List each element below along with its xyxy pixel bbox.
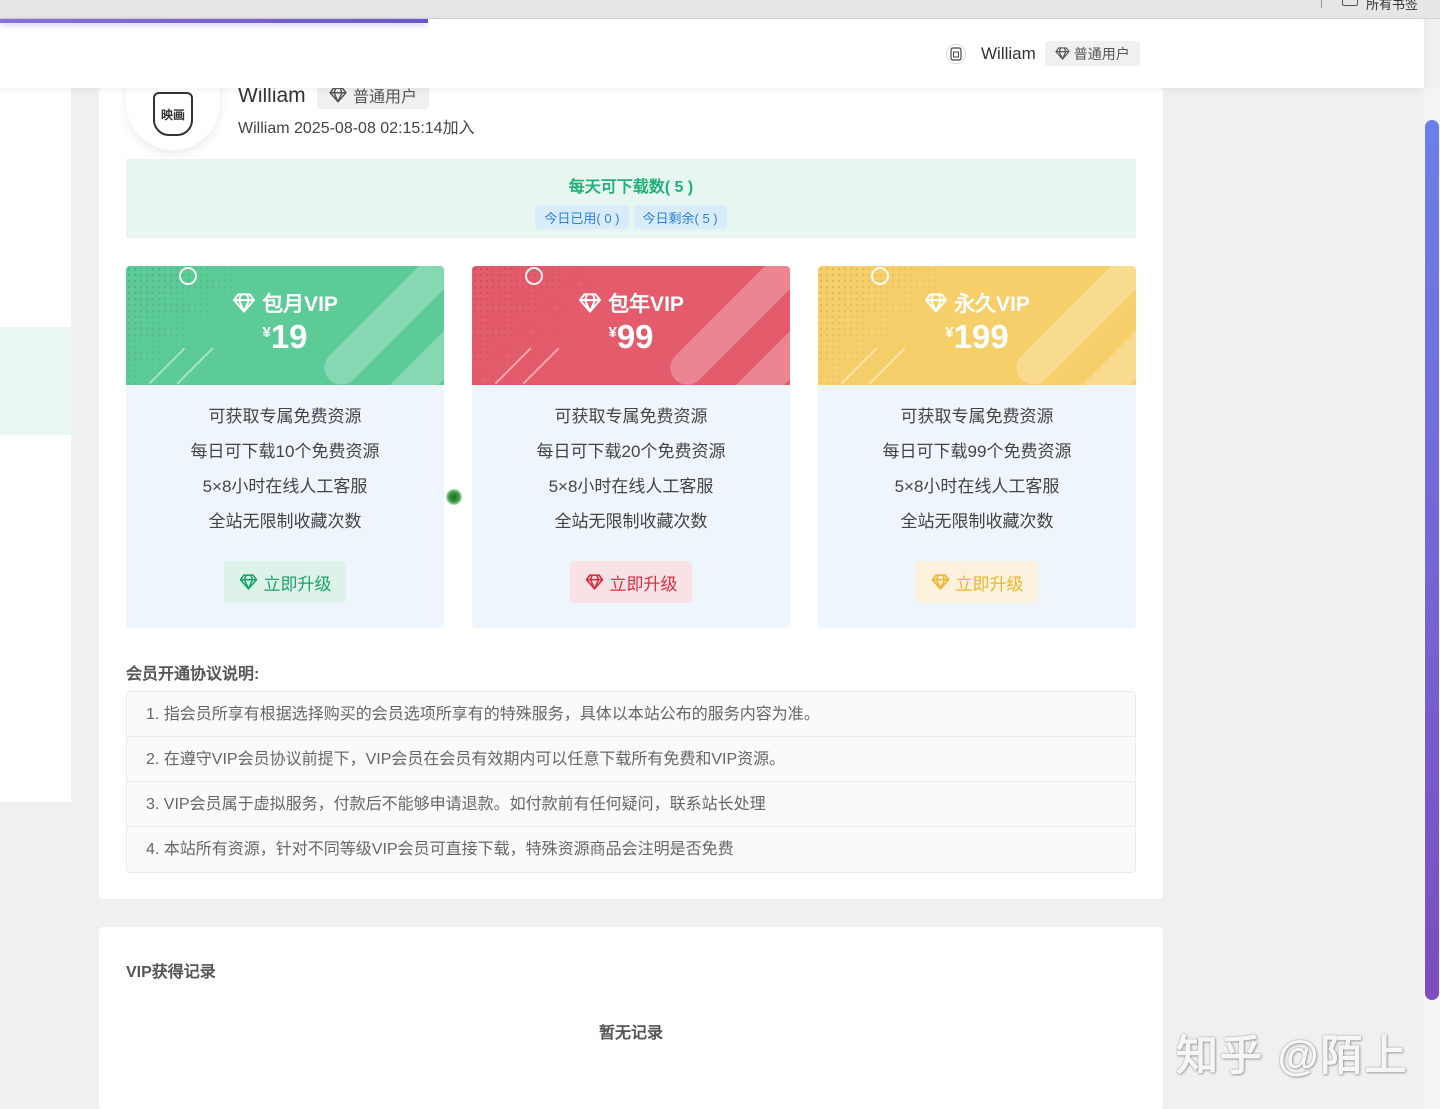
vip-plan-title: 永久VIP <box>818 288 1136 318</box>
bookmarks-separator <box>1321 0 1322 8</box>
avatar-mark-icon <box>950 46 962 61</box>
vip-plan-name: 包月VIP <box>262 293 338 316</box>
upgrade-button-lifetime[interactable]: 立即升级 <box>916 561 1038 603</box>
daily-download-title: 每天可下载数( 5 ) <box>568 179 694 196</box>
currency-symbol: ¥ <box>945 324 954 341</box>
mouse-cursor-indicator <box>446 489 462 505</box>
upgrade-button-label: 立即升级 <box>263 574 332 594</box>
feature-item: 5×8小时在线人工客服 <box>548 477 714 496</box>
vip-plan-price: ¥19 <box>126 318 444 356</box>
header-user-name[interactable]: William <box>981 44 1036 64</box>
feature-item: 5×8小时在线人工客服 <box>202 477 368 496</box>
header-user-badge-label: 普通用户 <box>1073 45 1130 62</box>
currency-symbol: ¥ <box>608 324 617 341</box>
watermark-text: 知乎 @陌上 <box>1176 1032 1409 1079</box>
diamond-icon <box>233 293 256 313</box>
price-value: 199 <box>953 318 1009 355</box>
vip-plan-price: ¥99 <box>472 318 790 356</box>
feature-item: 可获取专属免费资源 <box>900 407 1054 426</box>
vip-plan-features: 可获取专属免费资源 每日可下载20个免费资源 5×8小时在线人工客服 全站无限制… <box>472 405 790 545</box>
header-avatar[interactable] <box>946 43 966 64</box>
feature-item: 每日可下载20个免费资源 <box>536 442 726 461</box>
vip-plan-features: 可获取专属免费资源 每日可下载10个免费资源 5×8小时在线人工客服 全站无限制… <box>126 405 444 545</box>
sidebar-panel-bottom <box>0 463 71 802</box>
diamond-icon <box>239 574 257 590</box>
currency-symbol: ¥ <box>262 324 271 341</box>
upgrade-button-label: 立即升级 <box>609 574 678 594</box>
bookmark-folder-icon[interactable] <box>1342 0 1358 6</box>
vip-plan-features: 可获取专属免费资源 每日可下载99个免费资源 5×8小时在线人工客服 全站无限制… <box>818 405 1136 545</box>
profile-joined-date: William 2025-08-08 02:15:14加入 <box>238 120 475 137</box>
vip-plan-header: 包年VIP ¥99 <box>472 266 790 385</box>
pattern-ring <box>525 267 543 285</box>
page-scrollbar-thumb[interactable] <box>1425 120 1439 1000</box>
diamond-icon <box>585 574 603 590</box>
agreement-item: 4. 本站所有资源，针对不同等级VIP会员可直接下载，特殊资源商品会注明是否免费 <box>146 841 734 858</box>
pattern-ring <box>179 267 197 285</box>
vip-plan-title: 包年VIP <box>472 288 790 318</box>
feature-item: 全站无限制收藏次数 <box>900 512 1054 531</box>
daily-download-box: 每天可下载数( 5 ) 今日已用( 0 ) 今日剩余( 5 ) <box>126 159 1136 238</box>
agreement-item: 3. VIP会员属于虚拟服务，付款后不能够申请退款。如付款前有任何疑问，联系站长… <box>127 782 1135 827</box>
feature-item: 5×8小时在线人工客服 <box>894 477 1060 496</box>
vip-records-empty: 暂无记录 <box>598 1025 663 1042</box>
site-header: William 普通用户 <box>0 19 1424 88</box>
feature-item: 全站无限制收藏次数 <box>208 512 362 531</box>
browser-bookmarks-bar: 所有书签 <box>0 0 1440 19</box>
vip-records-title: VIP获得记录 <box>126 964 216 981</box>
profile-avatar-logo: 映画 <box>153 92 193 136</box>
diamond-icon <box>1055 47 1070 60</box>
vip-records-card: VIP获得记录 暂无记录 <box>99 927 1163 1109</box>
vip-plan-header: 永久VIP ¥199 <box>818 266 1136 385</box>
today-used-pill: 今日已用( 0 ) <box>535 205 629 229</box>
price-value: 19 <box>270 318 308 355</box>
sidebar-panel-highlight <box>0 327 71 435</box>
vip-plan-title: 包月VIP <box>126 288 444 318</box>
feature-item: 每日可下载99个免费资源 <box>882 442 1072 461</box>
pattern-ring <box>871 267 889 285</box>
feature-item: 全站无限制收藏次数 <box>554 512 708 531</box>
feature-item: 可获取专属免费资源 <box>554 407 708 426</box>
feature-item: 可获取专属免费资源 <box>208 407 362 426</box>
vip-plan-name: 包年VIP <box>608 293 684 316</box>
upgrade-button-yearly[interactable]: 立即升级 <box>570 561 692 603</box>
diamond-icon <box>579 293 602 313</box>
vip-plan-header: 包月VIP ¥19 <box>126 266 444 385</box>
vip-plan-price: ¥199 <box>818 318 1136 356</box>
diamond-icon <box>925 293 948 313</box>
vip-main-card: 映画 William 普通用户 William 2025-08-08 02:15… <box>99 72 1163 899</box>
diamond-icon <box>329 87 347 102</box>
vip-plan-card-lifetime: 永久VIP ¥199 可获取专属免费资源 每日可下载99个免费资源 5×8小时在… <box>818 266 1136 628</box>
agreement-title: 会员开通协议说明: <box>126 666 260 683</box>
agreement-item: 1. 指会员所享有根据选择购买的会员选项所享有的特殊服务，具体以本站公布的服务内… <box>127 692 1135 737</box>
feature-item: 每日可下载10个免费资源 <box>190 442 380 461</box>
header-user-menu[interactable]: William 普通用户 <box>946 41 1140 66</box>
diamond-icon <box>931 574 949 590</box>
today-remaining-pill: 今日剩余( 5 ) <box>633 205 727 229</box>
daily-download-pills: 今日已用( 0 ) 今日剩余( 5 ) <box>126 205 1136 229</box>
page-load-progress <box>0 19 428 23</box>
header-user-badge: 普通用户 <box>1044 41 1140 66</box>
upgrade-button-label: 立即升级 <box>955 574 1024 594</box>
upgrade-button-monthly[interactable]: 立即升级 <box>224 561 346 603</box>
all-bookmarks-label[interactable]: 所有书签 <box>1366 0 1418 13</box>
agreement-item: 2. 在遵守VIP会员协议前提下，VIP会员在会员有效期内可以任意下载所有免费和… <box>127 737 1135 782</box>
vip-plan-card-yearly: 包年VIP ¥99 可获取专属免费资源 每日可下载20个免费资源 5×8小时在线… <box>472 266 790 628</box>
vip-plan-card-monthly: 包月VIP ¥19 可获取专属免费资源 每日可下载10个免费资源 5×8小时在线… <box>126 266 444 628</box>
vip-plan-name: 永久VIP <box>954 293 1030 316</box>
price-value: 99 <box>616 318 654 355</box>
agreement-list: 1. 指会员所享有根据选择购买的会员选项所享有的特殊服务，具体以本站公布的服务内… <box>126 691 1136 873</box>
